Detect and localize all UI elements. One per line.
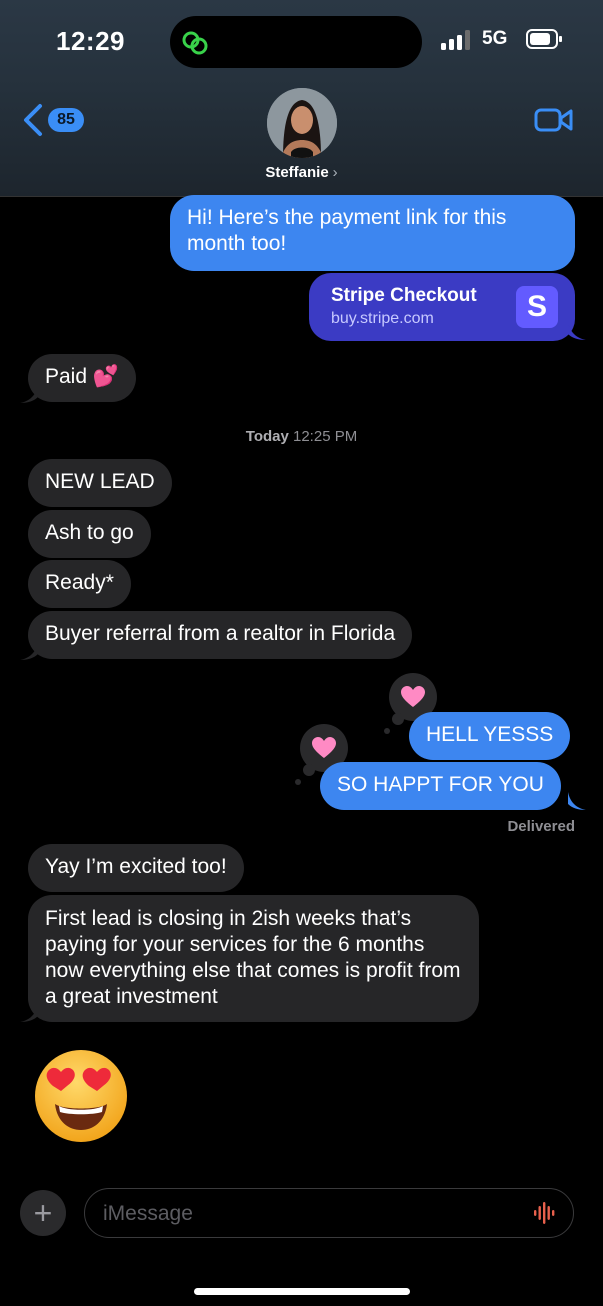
heart-icon [312,737,336,758]
link-url: buy.stripe.com [331,310,434,327]
received-message[interactable]: Ready* [28,560,131,608]
received-message[interactable]: Ash to go [28,510,151,558]
timestamp-day: Today [245,428,289,445]
message-input[interactable]: iMessage [84,1188,574,1238]
tapback-dot [303,764,315,776]
avatar-image [267,88,337,158]
conversation-header: 12:29 5G 85 Steffanie › [0,0,603,197]
sent-message[interactable]: HELL YESSS [409,712,571,760]
received-message[interactable]: First lead is closing in 2ish weeks that… [28,895,479,1022]
timestamp: Today 12:25 PM [0,428,603,445]
audio-waveform-icon[interactable] [533,1202,557,1224]
network-label: 5G [482,28,508,49]
link-title: Stripe Checkout [331,285,477,306]
bubble-tail [20,642,38,660]
received-message[interactable]: Yay I’m excited too! [28,844,244,892]
home-indicator [194,1288,410,1295]
sent-message[interactable]: Hi! Here’s the payment link for this mon… [170,195,575,271]
back-chevron-icon [24,104,42,136]
bubble-tail [568,322,586,340]
heart-icon [401,686,425,707]
heart-eyes-emoji[interactable] [33,1048,129,1144]
tapback-dot [392,713,404,725]
dynamic-island [170,16,422,68]
signal-icon [441,30,470,50]
plus-icon: + [33,1194,53,1231]
plus-button[interactable]: + [20,1190,66,1236]
tapback-dot [295,779,301,785]
status-time: 12:29 [56,26,125,56]
bubble-tail [20,385,38,403]
avatar[interactable] [267,88,337,158]
received-message[interactable]: Buyer referral from a realtor in Florida [28,611,413,659]
sent-message[interactable]: SO HAPPT FOR YOU [320,762,561,810]
contact-name: Steffanie [265,164,329,181]
contact-chevron-icon: › [332,164,338,181]
link-activity-icon [182,31,208,55]
delivered-status: Delivered [507,818,575,835]
battery-icon [526,29,562,49]
bubble-tail [20,1004,38,1022]
contact-name-button[interactable]: Steffanie › [0,164,603,181]
received-message[interactable]: Paid 💕 [28,354,137,402]
received-message[interactable]: NEW LEAD [28,459,172,507]
video-camera-icon[interactable] [534,106,574,134]
tapback-dot [384,728,390,734]
bubble-tail [568,792,586,810]
stripe-logo-icon: S [516,286,558,328]
timestamp-time: 12:25 PM [293,428,358,445]
link-preview-card[interactable]: Stripe Checkout buy.stripe.com S [309,273,575,341]
unread-count-badge[interactable]: 85 [48,108,84,132]
message-input-placeholder: iMessage [103,1202,193,1225]
